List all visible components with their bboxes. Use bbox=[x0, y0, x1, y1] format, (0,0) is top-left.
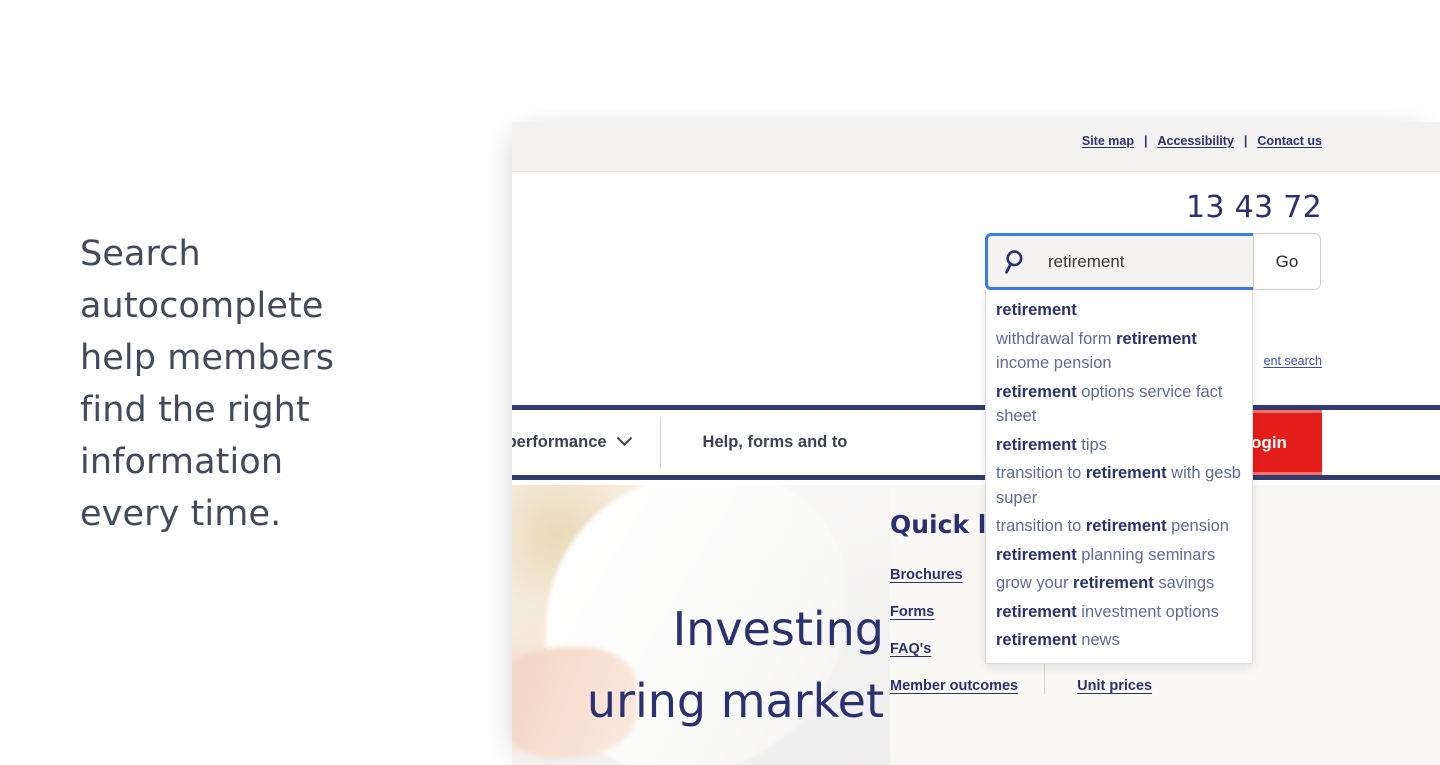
search-suggestion-item[interactable]: retirement options service fact sheet bbox=[986, 378, 1252, 431]
utility-link-contact-us[interactable]: Contact us bbox=[1257, 134, 1322, 148]
search-suggestion-item[interactable]: retirement investment options bbox=[986, 598, 1252, 627]
hero-title: Investing uring market bbox=[586, 602, 884, 728]
suggestion-text: income pension bbox=[996, 354, 1112, 372]
search-bar: retirement Go bbox=[985, 233, 1321, 290]
chevron-down-icon bbox=[616, 430, 632, 447]
search-input-field[interactable]: retirement bbox=[985, 233, 1253, 290]
search-suggestion-item[interactable]: grow your retirement savings bbox=[986, 569, 1252, 598]
search-widget: retirement Go retirement withdrawal form … bbox=[985, 233, 1321, 664]
search-icon bbox=[1005, 249, 1023, 274]
suggestion-text: grow your bbox=[996, 574, 1074, 592]
phone-number[interactable]: 13 43 72 bbox=[1186, 190, 1322, 225]
nav-item-label: stment and performance bbox=[512, 433, 607, 451]
search-go-button[interactable]: Go bbox=[1253, 233, 1321, 290]
suggestion-match-text: retirement bbox=[1085, 464, 1167, 482]
utility-separator-1: | bbox=[1143, 134, 1148, 148]
suggestion-match-text: retirement bbox=[1073, 574, 1154, 592]
suggestion-match-text: retirement bbox=[996, 545, 1077, 564]
suggestion-text: transition to bbox=[996, 464, 1086, 482]
suggestion-match-text: retirement bbox=[1085, 517, 1167, 535]
quick-link-member-outcomes[interactable]: Member outcomes bbox=[890, 678, 1018, 694]
suggestion-match-text: retirement bbox=[996, 382, 1077, 401]
suggestion-text: pension bbox=[1166, 517, 1229, 535]
suggestion-text: investment options bbox=[1076, 602, 1219, 621]
suggestion-text: transition to bbox=[996, 517, 1086, 535]
screenshot-root: Search autocomplete help members find th… bbox=[0, 0, 1440, 765]
suggestion-match-text: retirement bbox=[996, 435, 1077, 454]
nav-item-label: Help, forms and to bbox=[702, 433, 848, 451]
suggestion-match-text: retirement bbox=[1116, 329, 1197, 348]
nav-item-help-forms-and-tools[interactable]: Help, forms and to bbox=[661, 410, 848, 475]
search-suggestions-dropdown: retirement withdrawal form retirement inc… bbox=[985, 290, 1253, 664]
utility-links: Site map | Accessibility | Contact us bbox=[1082, 134, 1322, 148]
suggestion-text: news bbox=[1076, 631, 1120, 649]
suggestion-text: withdrawal form bbox=[996, 329, 1117, 348]
search-suggestion-item[interactable]: withdrawal form retirement income pensio… bbox=[986, 325, 1252, 378]
search-suggestion-item[interactable]: transition to retirement with gesb super bbox=[986, 459, 1252, 512]
utility-separator-2: | bbox=[1243, 134, 1248, 148]
nav-item-investment-and-performance[interactable]: stment and performance bbox=[512, 410, 660, 475]
suggestion-text: tips bbox=[1076, 435, 1107, 454]
search-suggestion-item[interactable]: transition to retirement pension bbox=[986, 512, 1252, 541]
hero-banner: Investing uring market bbox=[512, 485, 890, 765]
utility-link-accessibility[interactable]: Accessibility bbox=[1157, 134, 1233, 148]
suggestion-text: planning seminars bbox=[1076, 545, 1216, 564]
suggestion-match-text: retirement bbox=[996, 602, 1077, 621]
quick-link-unit-prices[interactable]: Unit prices bbox=[1077, 678, 1152, 694]
search-suggestion-item[interactable]: retirement news bbox=[986, 626, 1252, 655]
search-suggestion-item[interactable]: retirement bbox=[986, 296, 1252, 325]
utility-link-site-map[interactable]: Site map bbox=[1082, 134, 1134, 148]
page-caption: Search autocomplete help members find th… bbox=[80, 234, 335, 534]
suggestion-match-text: retirement bbox=[996, 631, 1077, 649]
utility-bar: Site map | Accessibility | Contact us bbox=[512, 122, 1440, 172]
suggestion-text: savings bbox=[1153, 574, 1215, 592]
search-input-value[interactable]: retirement bbox=[1048, 252, 1125, 272]
suggestion-match-text: retirement bbox=[996, 301, 1077, 319]
search-suggestion-item[interactable]: retirement tips bbox=[986, 431, 1252, 460]
search-suggestion-item[interactable]: retirement planning seminars bbox=[986, 541, 1252, 570]
quick-links-heading: Quick li bbox=[890, 510, 995, 539]
